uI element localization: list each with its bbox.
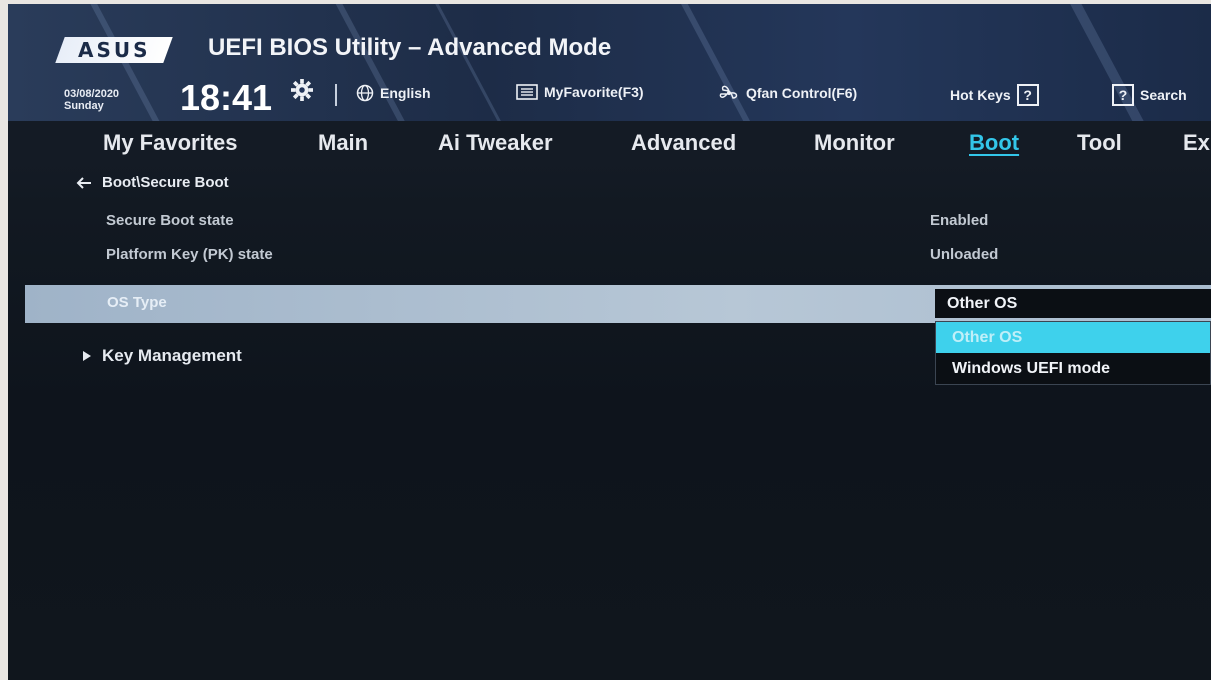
day-text: Sunday [64, 100, 104, 112]
qfan-label: Qfan Control(F6) [746, 85, 858, 101]
tab-tool[interactable]: Tool [1077, 130, 1122, 156]
secure-boot-state-value: Enabled [930, 212, 989, 229]
gear-icon[interactable] [291, 79, 313, 101]
tab-advanced[interactable]: Advanced [631, 130, 736, 156]
os-type-select[interactable]: Other OS [935, 289, 1211, 318]
breadcrumb-path: Boot\Secure Boot [102, 174, 229, 191]
clock: 18:41 [180, 77, 273, 118]
hot-keys-button[interactable]: Hot Keys ? [950, 84, 1039, 106]
qfan-control-button[interactable]: Qfan Control(F6) [718, 84, 857, 102]
globe-icon [356, 84, 374, 102]
tab-exit[interactable]: Ex [1183, 130, 1210, 156]
os-type-row[interactable]: OS Type Other OS [25, 285, 1211, 323]
tab-monitor[interactable]: Monitor [814, 130, 895, 156]
platform-key-state-value: Unloaded [930, 246, 999, 263]
favorites-icon [516, 84, 538, 100]
key-management-submenu[interactable]: Key Management [82, 346, 242, 366]
hot-keys-label: Hot Keys [950, 87, 1011, 103]
tab-boot[interactable]: Boot [969, 130, 1019, 156]
fan-icon [719, 85, 738, 99]
help-icon: ? [1016, 84, 1039, 106]
search-button[interactable]: ? Search [1112, 84, 1187, 106]
option-other-os[interactable]: Other OS [936, 322, 1210, 353]
platform-key-state-label: Platform Key (PK) state [106, 246, 273, 263]
header-divider [335, 84, 337, 106]
chevron-right-icon [83, 351, 91, 361]
date-display: 03/08/2020 Sunday [64, 88, 119, 112]
back-arrow-icon[interactable] [76, 176, 92, 189]
search-label: Search [1140, 87, 1187, 103]
tab-my-favorites[interactable]: My Favorites [103, 130, 238, 156]
secure-boot-state-label: Secure Boot state [106, 212, 234, 229]
os-type-label: OS Type [107, 294, 167, 311]
language-label: English [380, 85, 431, 101]
search-help-icon: ? [1112, 84, 1134, 106]
app-title: UEFI BIOS Utility – Advanced Mode [208, 34, 612, 61]
header-bar: ASUS UEFI BIOS Utility – Advanced Mode 0… [8, 4, 1211, 121]
myfavorite-label: MyFavorite(F3) [544, 84, 644, 100]
os-type-dropdown: Other OS Windows UEFI mode [935, 321, 1211, 385]
breadcrumb: Boot\Secure Boot [76, 174, 229, 191]
myfavorite-button[interactable]: MyFavorite(F3) [516, 84, 644, 100]
tab-main[interactable]: Main [318, 130, 368, 156]
asus-logo: ASUS [55, 37, 173, 63]
key-management-label: Key Management [102, 346, 242, 365]
date-text: 03/08/2020 [64, 88, 120, 100]
main-nav: My Favorites Main Ai Tweaker Advanced Mo… [8, 121, 1211, 167]
tab-ai-tweaker[interactable]: Ai Tweaker [438, 130, 553, 156]
language-button[interactable]: English [356, 84, 431, 102]
bios-screen: ASUS UEFI BIOS Utility – Advanced Mode 0… [8, 4, 1211, 680]
option-windows-uefi-mode[interactable]: Windows UEFI mode [936, 353, 1210, 384]
